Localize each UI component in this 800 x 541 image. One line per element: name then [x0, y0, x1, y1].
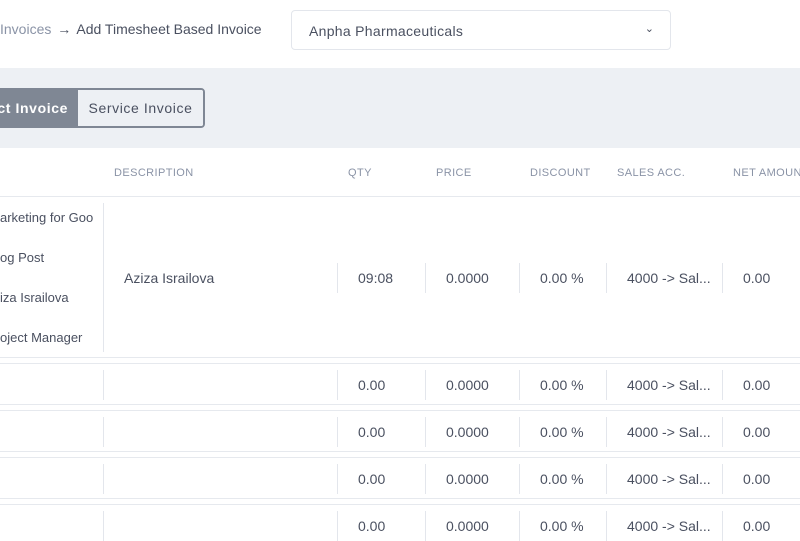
discount-field[interactable]: 0.00 %	[540, 471, 584, 487]
column-divider	[519, 511, 520, 541]
column-divider	[425, 511, 426, 541]
table-row[interactable]: 0.00 0.0000 0.00 % 4000 -> Sal... 0.00	[0, 410, 800, 452]
net-amount-value: 0.00	[743, 471, 771, 487]
net-amount-value: 0.00	[743, 424, 771, 440]
breadcrumb-current: Add Timesheet Based Invoice	[76, 21, 262, 37]
net-amount-value: 0.00	[743, 270, 771, 286]
column-divider	[425, 464, 426, 494]
table-row[interactable]: arketing for Goo og Post iza Israilova o…	[0, 197, 800, 358]
table-row[interactable]: 0.00 0.0000 0.00 % 4000 -> Sal... 0.00	[0, 363, 800, 405]
column-divider	[337, 263, 338, 293]
discount-field[interactable]: 0.00 %	[540, 518, 584, 534]
item-task-name: og Post	[0, 250, 45, 265]
qty-field[interactable]: 0.00	[358, 424, 385, 440]
column-divider	[103, 417, 104, 447]
sales-account-select[interactable]: 4000 -> Sal...	[627, 424, 711, 440]
column-divider	[337, 417, 338, 447]
column-divider	[425, 417, 426, 447]
qty-field[interactable]: 0.00	[358, 518, 385, 534]
column-header-net-amount: NET AMOUN	[733, 167, 800, 179]
item-role-name: oject Manager	[0, 330, 83, 345]
column-divider	[606, 263, 607, 293]
column-divider	[337, 511, 338, 541]
item-project-name: arketing for Goo	[0, 210, 94, 225]
invoice-type-toolbar: ct Invoice Service Invoice	[0, 68, 800, 148]
customer-select[interactable]: Anpha Pharmaceuticals ⌄	[291, 10, 671, 50]
column-divider	[519, 417, 520, 447]
column-divider	[103, 464, 104, 494]
net-amount-value: 0.00	[743, 377, 771, 393]
column-divider	[606, 511, 607, 541]
column-divider	[337, 464, 338, 494]
table-row[interactable]: 0.00 0.0000 0.00 % 4000 -> Sal... 0.00	[0, 504, 800, 541]
item-employee-name: iza Israilova	[0, 290, 69, 305]
column-divider	[722, 370, 723, 400]
column-divider	[103, 511, 104, 541]
sales-account-select[interactable]: 4000 -> Sal...	[627, 471, 711, 487]
customer-select-value: Anpha Pharmaceuticals	[309, 23, 464, 39]
sales-account-select[interactable]: 4000 -> Sal...	[627, 377, 711, 393]
column-header-price: PRICE	[436, 167, 472, 179]
column-divider	[606, 417, 607, 447]
breadcrumb: Invoices → Add Timesheet Based Invoice	[0, 21, 262, 37]
net-amount-value: 0.00	[743, 518, 771, 534]
column-divider	[722, 417, 723, 447]
breadcrumb-invoices-link[interactable]: Invoices	[0, 21, 51, 37]
table-row[interactable]: 0.00 0.0000 0.00 % 4000 -> Sal... 0.00	[0, 457, 800, 499]
column-header-discount: DISCOUNT	[530, 167, 591, 179]
column-divider	[606, 464, 607, 494]
chevron-down-icon: ⌄	[644, 23, 654, 35]
column-divider	[425, 370, 426, 400]
qty-field[interactable]: 0.00	[358, 377, 385, 393]
column-header-description: DESCRIPTION	[114, 167, 194, 179]
product-invoice-option[interactable]: ct Invoice	[0, 90, 78, 126]
column-header-sales-acc: SALES ACC.	[617, 167, 686, 179]
price-field[interactable]: 0.0000	[446, 518, 489, 534]
top-bar: Invoices → Add Timesheet Based Invoice A…	[0, 0, 800, 68]
price-field[interactable]: 0.0000	[446, 424, 489, 440]
price-field[interactable]: 0.0000	[446, 471, 489, 487]
discount-field[interactable]: 0.00 %	[540, 424, 584, 440]
column-divider	[519, 370, 520, 400]
column-divider	[722, 511, 723, 541]
column-divider	[337, 370, 338, 400]
price-field[interactable]: 0.0000	[446, 377, 489, 393]
column-divider	[425, 263, 426, 293]
column-divider	[722, 263, 723, 293]
sales-account-select[interactable]: 4000 -> Sal...	[627, 270, 711, 286]
qty-field[interactable]: 0.00	[358, 471, 385, 487]
discount-field[interactable]: 0.00 %	[540, 377, 584, 393]
price-field[interactable]: 0.0000	[446, 270, 489, 286]
column-divider	[519, 464, 520, 494]
column-header-qty: QTY	[348, 167, 372, 179]
qty-field[interactable]: 09:08	[358, 270, 393, 286]
discount-field[interactable]: 0.00 %	[540, 270, 584, 286]
column-divider	[722, 464, 723, 494]
table-header: DESCRIPTION QTY PRICE DISCOUNT SALES ACC…	[0, 148, 800, 197]
column-divider	[519, 263, 520, 293]
column-divider	[103, 203, 104, 352]
invoice-type-toggle: ct Invoice Service Invoice	[0, 88, 205, 128]
service-invoice-option[interactable]: Service Invoice	[78, 90, 203, 126]
sales-account-select[interactable]: 4000 -> Sal...	[627, 518, 711, 534]
breadcrumb-arrow-icon: →	[57, 21, 72, 37]
column-divider	[606, 370, 607, 400]
description-field[interactable]: Aziza Israilova	[124, 270, 214, 286]
column-divider	[103, 370, 104, 400]
